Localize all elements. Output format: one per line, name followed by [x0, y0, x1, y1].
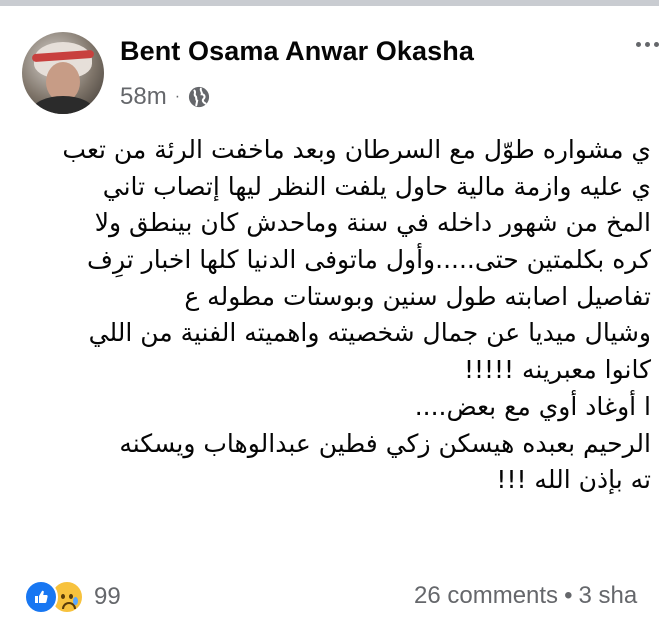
avatar[interactable]	[22, 32, 104, 114]
reactions-summary[interactable]: 99	[24, 580, 121, 614]
comments-count[interactable]: 26 comments	[414, 582, 558, 609]
post-time[interactable]: 58m	[120, 83, 167, 111]
reaction-count: 99	[94, 583, 121, 610]
post-meta: 58m ·	[120, 82, 210, 112]
post-line: تفاصيل اصابته طول سنين وبوستات مطوله ع	[184, 281, 651, 311]
post-line: وشيال ميديا عن جمال شخصيته واهميته الفني…	[88, 318, 651, 348]
post-line: الرحيم بعبده هيسكن زكي فطين عبدالوهاب وي…	[119, 428, 651, 458]
like-icon	[24, 580, 58, 614]
post-footer: 99 26 comments • 3 sha	[0, 570, 659, 620]
post-stats: 26 comments • 3 sha	[414, 582, 637, 610]
more-icon[interactable]	[636, 42, 659, 47]
post-header: Bent Osama Anwar Okasha 58m ·	[0, 6, 659, 116]
post-line: ا أوغاد أوي مع بعض....	[414, 391, 651, 421]
post-line: ته بإذن الله !!!	[496, 465, 651, 495]
author-name[interactable]: Bent Osama Anwar Okasha	[120, 36, 474, 67]
post-line: كره بكلمتين حتى.....وأول ماتوفى الدنيا ك…	[87, 245, 651, 275]
shares-count[interactable]: 3 sha	[578, 582, 637, 609]
post-line: ي عليه وازمة مالية حاول يلفت النظر ليها …	[102, 171, 651, 201]
post-line: كانوا معبرينه !!!!!	[463, 355, 651, 385]
meta-separator: ·	[174, 88, 181, 105]
post-line: المخ من شهور داخله في سنة وماحدش كان بين…	[94, 208, 651, 238]
stats-separator: •	[564, 582, 573, 609]
post-line: ي مشواره طوّل مع السرطان وبعد ماخفت الرئ…	[62, 135, 651, 164]
globe-icon	[188, 86, 210, 108]
post-body: ي مشواره طوّل مع السرطان وبعد ماخفت الرئ…	[0, 132, 651, 499]
